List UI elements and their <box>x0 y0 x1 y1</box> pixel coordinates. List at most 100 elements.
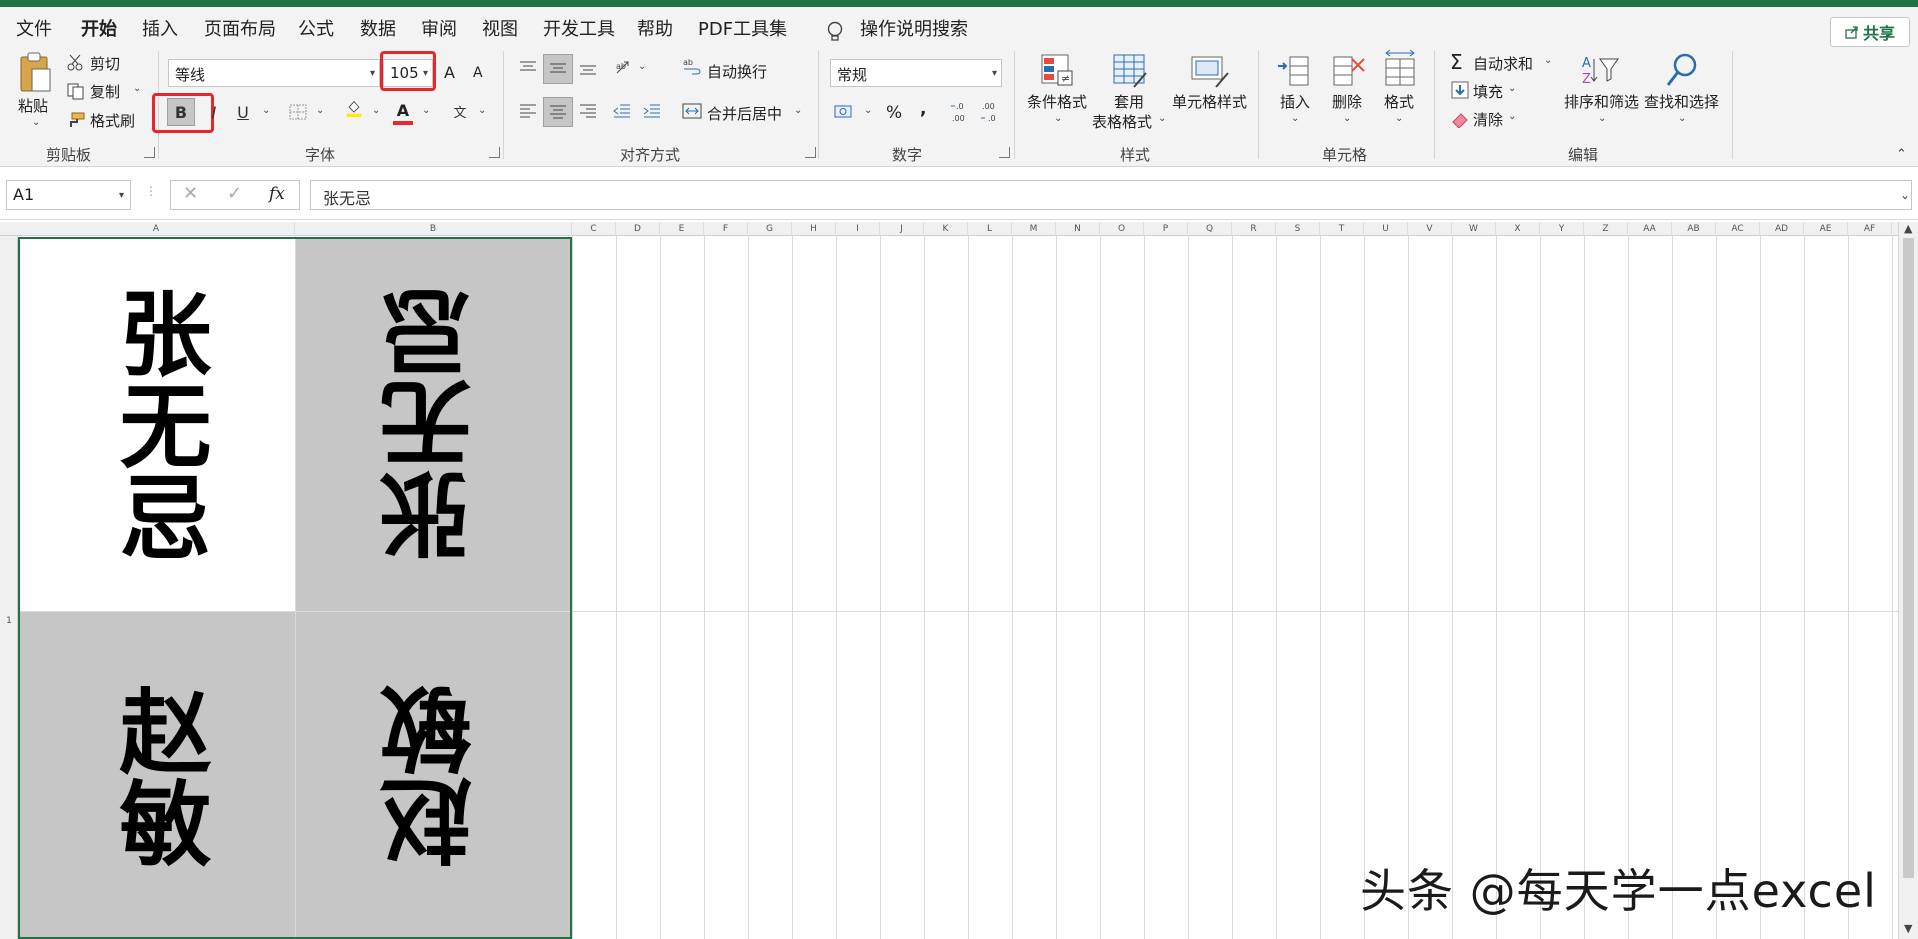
font-launcher-icon[interactable] <box>489 147 500 158</box>
cell-a1[interactable]: 张无忌 <box>19 237 295 611</box>
paste-button[interactable]: 粘贴 <box>18 95 48 116</box>
percent-button[interactable]: % <box>886 103 902 123</box>
column-header-b[interactable]: B <box>295 222 572 236</box>
insert-function-icon[interactable]: fx <box>269 184 285 204</box>
scroll-up-icon[interactable]: ▲ <box>1904 222 1912 235</box>
column-header-ac[interactable]: AC <box>1716 222 1760 236</box>
table-format-dropdown-caret[interactable]: ⌄ <box>1158 113 1166 124</box>
column-header-z[interactable]: Z <box>1584 222 1628 236</box>
column-header-ad[interactable]: AD <box>1760 222 1804 236</box>
column-header-h[interactable]: H <box>792 222 836 236</box>
clear-button[interactable]: 清除 <box>1473 109 1503 130</box>
column-header-l[interactable]: L <box>968 222 1012 236</box>
format-dropdown-caret[interactable]: ⌄ <box>1395 113 1403 124</box>
format-as-table-button-line2[interactable]: 表格格式 <box>1092 111 1152 132</box>
column-header-i[interactable]: I <box>836 222 880 236</box>
paste-icon[interactable] <box>18 51 54 95</box>
column-header-ab[interactable]: AB <box>1672 222 1716 236</box>
phonetic-dropdown-caret[interactable]: ⌄ <box>478 105 486 116</box>
tab-formulas[interactable]: 公式 <box>298 15 334 41</box>
italic-button[interactable]: I <box>200 98 228 126</box>
sort-filter-dropdown-caret[interactable]: ⌄ <box>1598 113 1606 124</box>
accounting-format-icon[interactable] <box>834 103 854 121</box>
shrink-font-button[interactable]: A <box>473 65 483 81</box>
cell-a2[interactable]: 赵敏 <box>19 612 295 939</box>
find-select-button[interactable]: 查找和选择 <box>1644 91 1719 112</box>
clear-dropdown-caret[interactable]: ⌄ <box>1508 111 1516 122</box>
cell-b2[interactable]: 赵敏 <box>296 612 572 939</box>
tab-file[interactable]: 文件 <box>16 15 52 41</box>
align-right-icon[interactable] <box>578 102 598 120</box>
copy-dropdown-caret[interactable]: ⌄ <box>133 83 141 94</box>
autosum-button[interactable]: 自动求和 <box>1473 53 1533 74</box>
orientation-icon[interactable]: ab <box>614 59 634 77</box>
number-format-select[interactable]: 常规 ▾ <box>830 59 1002 87</box>
align-center-button[interactable] <box>543 97 573 127</box>
column-header-u[interactable]: U <box>1364 222 1408 236</box>
fill-dropdown-caret[interactable]: ⌄ <box>1508 83 1516 94</box>
search-box[interactable]: 操作说明搜索 <box>860 15 968 41</box>
alignment-launcher-icon[interactable] <box>805 147 816 158</box>
merge-center-button[interactable]: 合并后居中 <box>707 103 782 124</box>
borders-dropdown-caret[interactable]: ⌄ <box>316 105 324 116</box>
underline-dropdown-caret[interactable]: ⌄ <box>262 105 270 116</box>
tab-data[interactable]: 数据 <box>360 15 396 41</box>
borders-icon[interactable] <box>288 103 308 121</box>
confirm-icon[interactable]: ✓ <box>227 183 242 204</box>
column-header-j[interactable]: J <box>880 222 924 236</box>
sort-filter-button[interactable]: 排序和筛选 <box>1564 91 1639 112</box>
underline-button[interactable]: U <box>229 98 257 126</box>
increase-decimal-icon[interactable]: .0.00 <box>950 99 972 125</box>
scrollbar-thumb[interactable] <box>1903 238 1914 878</box>
decrease-decimal-icon[interactable]: .00.0 <box>980 99 1002 125</box>
decrease-indent-icon[interactable] <box>612 102 632 120</box>
column-header-aa[interactable]: AA <box>1628 222 1672 236</box>
font-name-select[interactable]: 等线 ▾ <box>168 59 380 87</box>
column-header-q[interactable]: Q <box>1188 222 1232 236</box>
column-header-f[interactable]: F <box>704 222 748 236</box>
font-color-button[interactable]: A <box>389 96 417 124</box>
align-left-icon[interactable] <box>518 102 538 120</box>
font-color-dropdown-caret[interactable]: ⌄ <box>422 105 430 116</box>
insert-dropdown-caret[interactable]: ⌄ <box>1291 113 1299 124</box>
column-header-r[interactable]: R <box>1232 222 1276 236</box>
delete-cells-button[interactable]: 删除 <box>1332 91 1362 112</box>
delete-dropdown-caret[interactable]: ⌄ <box>1343 113 1351 124</box>
vertical-scrollbar[interactable]: ▲ ▼ <box>1898 222 1918 939</box>
tab-pdf-tools[interactable]: PDF工具集 <box>698 15 787 41</box>
share-button[interactable]: 共享 <box>1830 17 1910 47</box>
column-header-k[interactable]: K <box>924 222 968 236</box>
clipboard-launcher-icon[interactable] <box>144 147 155 158</box>
number-launcher-icon[interactable] <box>999 147 1010 158</box>
collapse-ribbon-icon[interactable]: ⌃ <box>1896 147 1907 162</box>
cell-b1[interactable]: 张无忌 <box>296 237 572 611</box>
tab-home[interactable]: 开始 <box>81 15 117 41</box>
column-header-e[interactable]: E <box>660 222 704 236</box>
tab-page-layout[interactable]: 页面布局 <box>204 15 276 41</box>
conditional-format-button[interactable]: 条件格式 <box>1027 91 1087 112</box>
column-header-y[interactable]: Y <box>1540 222 1584 236</box>
cancel-icon[interactable]: ✕ <box>183 183 198 204</box>
align-top-icon[interactable] <box>518 59 538 77</box>
find-select-dropdown-caret[interactable]: ⌄ <box>1678 113 1686 124</box>
conditional-dropdown-caret[interactable]: ⌄ <box>1054 113 1062 124</box>
column-header-s[interactable]: S <box>1276 222 1320 236</box>
cell-styles-button[interactable]: 单元格样式 <box>1172 91 1247 112</box>
column-header-n[interactable]: N <box>1056 222 1100 236</box>
align-middle-button[interactable] <box>543 54 573 84</box>
name-box[interactable]: A1 ▾ <box>6 180 131 210</box>
column-header-af[interactable]: AF <box>1848 222 1892 236</box>
column-header-c[interactable]: C <box>572 222 616 236</box>
accounting-dropdown-caret[interactable]: ⌄ <box>864 105 872 116</box>
format-cells-button[interactable]: 格式 <box>1384 91 1414 112</box>
column-header-w[interactable]: W <box>1452 222 1496 236</box>
merge-dropdown-caret[interactable]: ⌄ <box>794 105 802 116</box>
fill-button[interactable]: 填充 <box>1473 81 1503 102</box>
fill-color-icon[interactable] <box>344 99 364 117</box>
grow-font-button[interactable]: A <box>444 63 455 82</box>
column-header-v[interactable]: V <box>1408 222 1452 236</box>
column-header-p[interactable]: P <box>1144 222 1188 236</box>
autosum-dropdown-caret[interactable]: ⌄ <box>1544 55 1552 66</box>
cut-button[interactable]: 剪切 <box>90 53 120 74</box>
column-header-a[interactable]: A <box>18 222 295 236</box>
